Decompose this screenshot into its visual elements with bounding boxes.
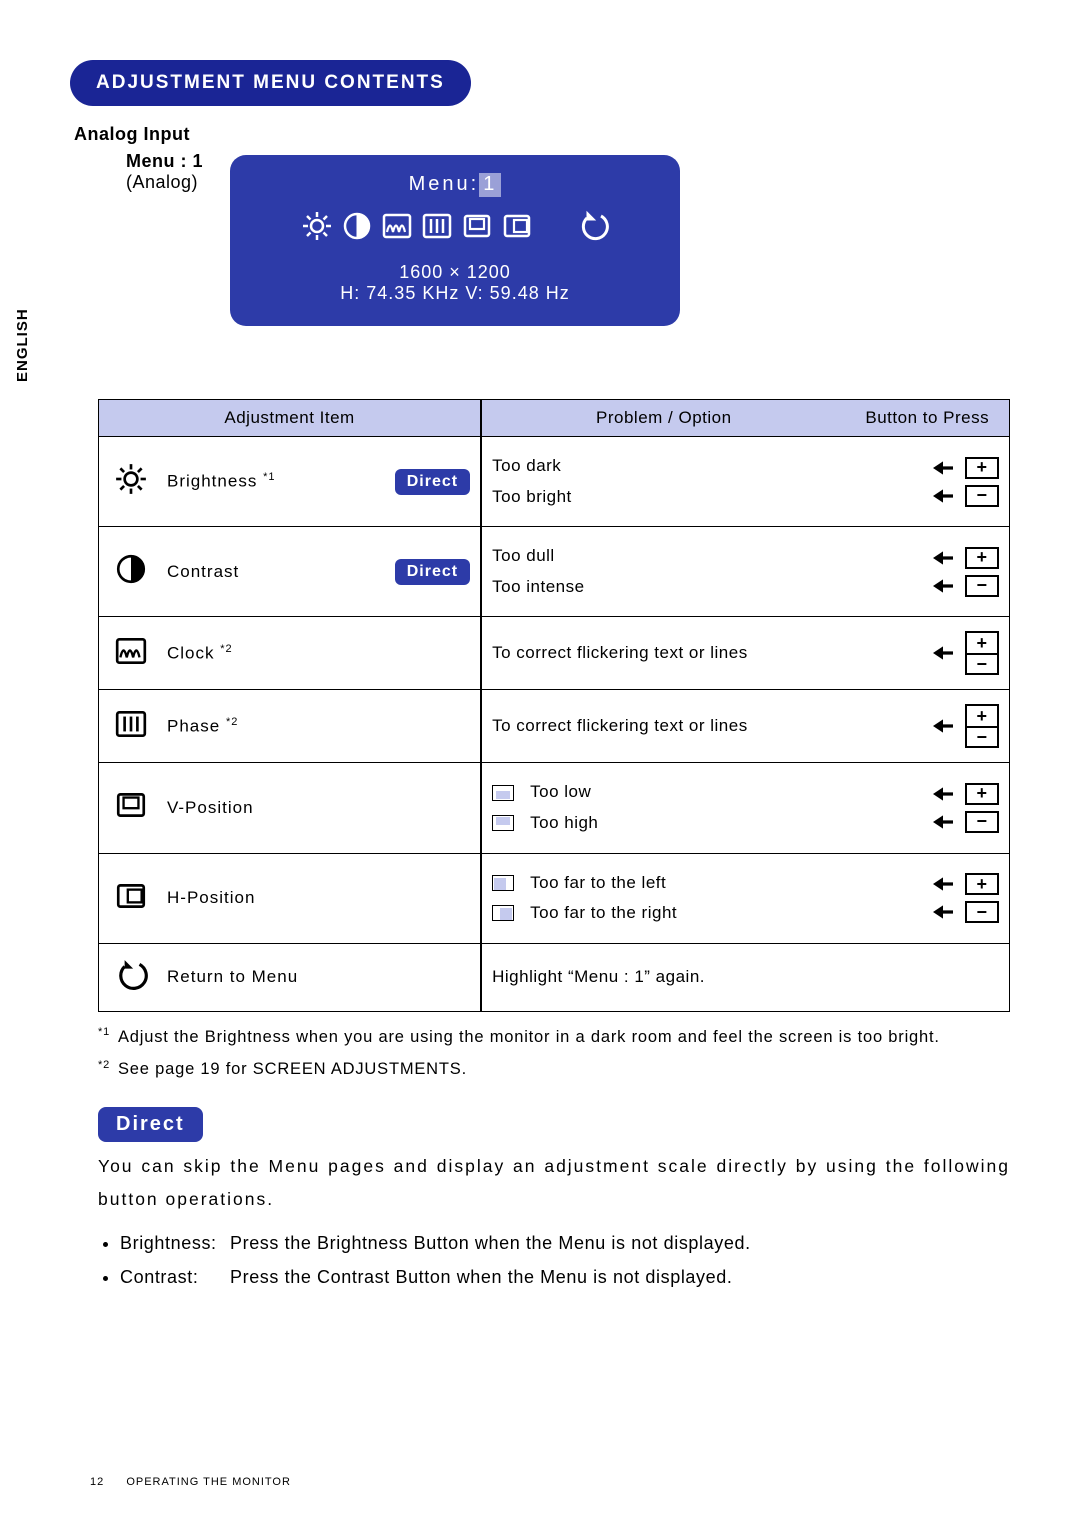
row-clock: Clock *2 To correct flickering text or l… bbox=[99, 617, 1010, 690]
language-tab: ENGLISH bbox=[0, 290, 40, 390]
clock-desc: To correct flickering text or lines bbox=[492, 643, 748, 662]
language-label: ENGLISH bbox=[14, 308, 31, 382]
osd-resolution: 1600 × 1200 bbox=[256, 262, 654, 283]
problem-too-dark: Too dark bbox=[492, 451, 835, 482]
row-brightness: Brightness *1 Direct Too dark Too bright… bbox=[99, 437, 1010, 527]
press-icon bbox=[929, 458, 957, 478]
row-hposition: H-Position Too far to the left Too far t… bbox=[99, 853, 1010, 943]
press-icon bbox=[929, 784, 957, 804]
adjustment-table: Adjustment Item Problem / Option Button … bbox=[98, 399, 1010, 1012]
brightness-icon bbox=[301, 210, 333, 248]
hpos-icon bbox=[109, 879, 153, 918]
problem-too-high: Too high bbox=[530, 808, 598, 839]
phase-icon bbox=[421, 210, 453, 248]
osd-icon-row bbox=[256, 210, 654, 248]
press-icon bbox=[929, 812, 957, 832]
osd-menu-prefix: Menu: bbox=[409, 173, 480, 195]
minus-button[interactable]: − bbox=[965, 901, 999, 923]
col-header-problem: Problem / Option bbox=[481, 400, 845, 437]
row-vposition: V-Position Too low Too high + − bbox=[99, 763, 1010, 853]
problem-too-intense: Too intense bbox=[492, 572, 835, 603]
osd-menu-title: Menu:1 bbox=[256, 173, 654, 196]
contrast-label: Contrast bbox=[167, 562, 381, 582]
return-label: Return to Menu bbox=[167, 967, 470, 987]
vpos-icon bbox=[109, 788, 153, 827]
footer-section: OPERATING THE MONITOR bbox=[126, 1476, 291, 1488]
footnote-1: Adjust the Brightness when you are using… bbox=[118, 1028, 940, 1046]
direct-intro: You can skip the Menu pages and display … bbox=[98, 1150, 1010, 1217]
col-header-button: Button to Press bbox=[846, 400, 1010, 437]
press-icon bbox=[929, 874, 957, 894]
press-icon bbox=[929, 548, 957, 568]
clock-icon bbox=[381, 210, 413, 248]
return-desc: Highlight “Menu : 1” again. bbox=[492, 967, 705, 986]
direct-contrast-text: Press the Contrast Button when the Menu … bbox=[230, 1267, 732, 1287]
return-icon bbox=[109, 958, 153, 997]
col-header-item: Adjustment Item bbox=[99, 400, 482, 437]
plus-button[interactable]: + bbox=[965, 783, 999, 805]
row-return: Return to Menu Highlight “Menu : 1” agai… bbox=[99, 943, 1010, 1011]
page-number: 12 bbox=[90, 1476, 104, 1488]
clock-label: Clock bbox=[167, 644, 215, 663]
plus-button[interactable]: + bbox=[965, 873, 999, 895]
return-icon bbox=[577, 210, 609, 248]
page-title: ADJUSTMENT MENU CONTENTS bbox=[70, 60, 471, 106]
contrast-icon bbox=[341, 210, 373, 248]
direct-contrast-label: Contrast: bbox=[120, 1260, 230, 1294]
contrast-icon bbox=[109, 552, 153, 591]
page-footer: 12 OPERATING THE MONITOR bbox=[90, 1476, 291, 1488]
minus-button[interactable]: − bbox=[965, 575, 999, 597]
phase-label: Phase bbox=[167, 717, 220, 736]
problem-too-low: Too low bbox=[530, 777, 591, 808]
vpos-label: V-Position bbox=[167, 798, 470, 818]
plus-button[interactable]: + bbox=[965, 631, 999, 653]
clock-icon bbox=[109, 634, 153, 673]
vpos-icon bbox=[461, 210, 493, 248]
minus-button[interactable]: − bbox=[965, 726, 999, 748]
direct-brightness-label: Brightness: bbox=[120, 1226, 230, 1260]
direct-badge: Direct bbox=[395, 469, 470, 495]
row-phase: Phase *2 To correct flickering text or l… bbox=[99, 690, 1010, 763]
osd-panel: Menu:1 1600 × 1200 H: 74.35 KHz V: 59.48… bbox=[230, 155, 680, 326]
footnote-block: *1 Adjust the Brightness when you are usi… bbox=[98, 1024, 1010, 1083]
brightness-footnote: *1 bbox=[263, 471, 275, 483]
input-type-heading: Analog Input bbox=[74, 124, 1010, 145]
press-icon bbox=[929, 576, 957, 596]
problem-too-bright: Too bright bbox=[492, 482, 835, 513]
phase-desc: To correct flickering text or lines bbox=[492, 716, 748, 735]
footnote-2: See page 19 for SCREEN ADJUSTMENTS. bbox=[118, 1060, 467, 1078]
osd-menu-number: 1 bbox=[479, 173, 501, 197]
hpos-icon bbox=[501, 210, 533, 248]
hpos-label: H-Position bbox=[167, 888, 470, 908]
plus-button[interactable]: + bbox=[965, 704, 999, 726]
footnote-marker-1: *1 bbox=[98, 1026, 110, 1038]
direct-brightness-text: Press the Brightness Button when the Men… bbox=[230, 1233, 751, 1253]
footnote-marker-2: *2 bbox=[98, 1059, 110, 1071]
plus-button[interactable]: + bbox=[965, 547, 999, 569]
row-contrast: Contrast Direct Too dull Too intense + − bbox=[99, 527, 1010, 617]
problem-too-right: Too far to the right bbox=[530, 898, 677, 929]
direct-heading: Direct bbox=[98, 1107, 203, 1142]
minus-button[interactable]: − bbox=[965, 485, 999, 507]
problem-too-left: Too far to the left bbox=[530, 868, 666, 899]
direct-ops-list: Brightness:Press the Brightness Button w… bbox=[98, 1226, 1010, 1294]
osd-frequency: H: 74.35 KHz V: 59.48 Hz bbox=[256, 283, 654, 304]
direct-badge: Direct bbox=[395, 559, 470, 585]
press-icon bbox=[929, 486, 957, 506]
phase-footnote: *2 bbox=[226, 716, 238, 728]
minus-button[interactable]: − bbox=[965, 811, 999, 833]
press-icon bbox=[929, 902, 957, 922]
press-icon bbox=[929, 716, 957, 736]
press-icon bbox=[929, 643, 957, 663]
clock-footnote: *2 bbox=[220, 643, 232, 655]
phase-icon bbox=[109, 707, 153, 746]
plus-button[interactable]: + bbox=[965, 457, 999, 479]
brightness-icon bbox=[109, 462, 153, 501]
minus-button[interactable]: − bbox=[965, 653, 999, 675]
brightness-label: Brightness bbox=[167, 472, 257, 491]
problem-too-dull: Too dull bbox=[492, 541, 835, 572]
